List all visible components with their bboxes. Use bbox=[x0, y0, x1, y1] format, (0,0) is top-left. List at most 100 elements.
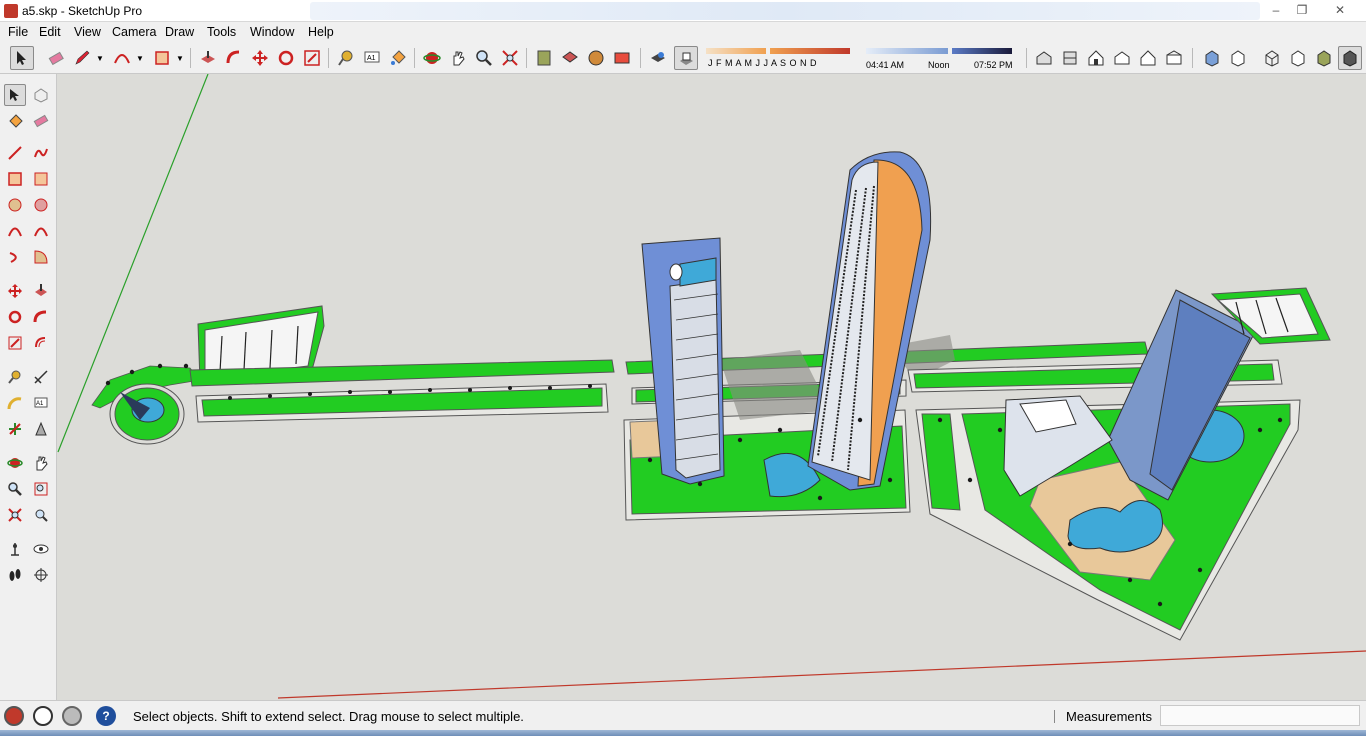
shadow-time-slider-right[interactable] bbox=[952, 48, 1012, 54]
top-view-icon[interactable] bbox=[1058, 46, 1082, 70]
look-around-icon[interactable] bbox=[30, 538, 52, 560]
dropdown-arrow-icon[interactable]: ▼ bbox=[176, 54, 184, 63]
3d-text-icon[interactable] bbox=[30, 418, 52, 440]
menu-draw[interactable]: Draw bbox=[165, 25, 194, 39]
rotate-tool-icon[interactable] bbox=[4, 306, 26, 328]
pan-tool-icon[interactable] bbox=[446, 46, 470, 70]
position-camera-icon[interactable] bbox=[4, 538, 26, 560]
measurements-input[interactable] bbox=[1160, 705, 1360, 726]
pie-tool-icon[interactable] bbox=[30, 246, 52, 268]
protractor-icon[interactable] bbox=[4, 392, 26, 414]
sketchup-logo-icon bbox=[4, 4, 18, 18]
shadow-month-slider-right[interactable] bbox=[770, 48, 850, 54]
push-pull-tool-icon[interactable] bbox=[30, 280, 52, 302]
menu-edit[interactable]: Edit bbox=[39, 25, 61, 39]
get-photo-texture-icon[interactable] bbox=[610, 46, 634, 70]
zoom-extents-tool-icon[interactable] bbox=[498, 46, 522, 70]
menu-window[interactable]: Window bbox=[250, 25, 294, 39]
rotated-rectangle-icon[interactable] bbox=[30, 168, 52, 190]
dimension-tool-icon[interactable] bbox=[30, 366, 52, 388]
measurements-label: Measurements bbox=[1066, 709, 1152, 724]
geolocation-icon[interactable] bbox=[4, 706, 24, 726]
previous-view-icon[interactable] bbox=[30, 504, 52, 526]
back-edges-style-icon[interactable] bbox=[1226, 46, 1250, 70]
select-tool-icon[interactable] bbox=[10, 46, 34, 70]
pencil-tool-icon[interactable] bbox=[70, 46, 94, 70]
orbit-tool-icon[interactable] bbox=[420, 46, 444, 70]
section-plane-icon[interactable] bbox=[30, 564, 52, 586]
layers-tool-icon[interactable] bbox=[646, 46, 670, 70]
follow-me-tool-icon[interactable] bbox=[222, 46, 246, 70]
zoom-tool-icon[interactable] bbox=[472, 46, 496, 70]
circle-tool-icon[interactable] bbox=[4, 194, 26, 216]
front-view-icon[interactable] bbox=[1084, 46, 1108, 70]
credits-icon[interactable] bbox=[33, 706, 53, 726]
minimize-button[interactable]: – bbox=[1264, 1, 1288, 19]
move-tool-icon[interactable] bbox=[4, 280, 26, 302]
three-point-arc-icon[interactable] bbox=[4, 246, 26, 268]
paint-bucket-tool-icon[interactable] bbox=[386, 46, 410, 70]
help-icon[interactable]: ? bbox=[96, 706, 116, 726]
close-button[interactable]: ✕ bbox=[1328, 1, 1352, 19]
move-tool-icon[interactable] bbox=[248, 46, 272, 70]
two-point-arc-icon[interactable] bbox=[30, 220, 52, 242]
eraser-tool-icon[interactable] bbox=[44, 46, 68, 70]
arc-tool-icon[interactable] bbox=[4, 220, 26, 242]
scale-tool-icon[interactable] bbox=[4, 332, 26, 354]
zoom-tool-icon[interactable] bbox=[4, 478, 26, 500]
freehand-tool-icon[interactable] bbox=[30, 142, 52, 164]
left-view-icon[interactable] bbox=[1162, 46, 1186, 70]
shadow-month-slider[interactable] bbox=[706, 48, 766, 54]
pan-tool-icon[interactable] bbox=[30, 452, 52, 474]
push-pull-tool-icon[interactable] bbox=[196, 46, 220, 70]
follow-me-tool-icon[interactable] bbox=[30, 306, 52, 328]
zoom-extents-icon[interactable] bbox=[4, 504, 26, 526]
make-component-icon[interactable] bbox=[30, 84, 52, 106]
dropdown-arrow-icon[interactable]: ▼ bbox=[96, 54, 104, 63]
tape-measure-tool-icon[interactable] bbox=[334, 46, 358, 70]
rectangle-tool-icon[interactable] bbox=[4, 168, 26, 190]
shaded-style-icon[interactable] bbox=[1312, 46, 1336, 70]
hidden-line-style-icon[interactable] bbox=[1286, 46, 1310, 70]
select-tool-icon[interactable] bbox=[4, 84, 26, 106]
shadow-time-slider[interactable] bbox=[866, 48, 948, 54]
arc-tool-icon[interactable] bbox=[110, 46, 134, 70]
dropdown-arrow-icon[interactable]: ▼ bbox=[136, 54, 144, 63]
shadows-toggle-icon[interactable] bbox=[674, 46, 698, 70]
monochrome-style-icon[interactable] bbox=[1338, 46, 1362, 70]
rotate-tool-icon[interactable] bbox=[274, 46, 298, 70]
user-account-icon[interactable] bbox=[62, 706, 82, 726]
menu-tools[interactable]: Tools bbox=[207, 25, 236, 39]
offset-tool-icon[interactable] bbox=[30, 332, 52, 354]
svg-text:A1: A1 bbox=[36, 401, 44, 407]
text-tool-icon[interactable]: A1 bbox=[30, 392, 52, 414]
rectangle-tool-icon[interactable] bbox=[150, 46, 174, 70]
right-view-icon[interactable] bbox=[1110, 46, 1134, 70]
tape-measure-icon[interactable] bbox=[4, 366, 26, 388]
windows-taskbar bbox=[0, 730, 1366, 736]
line-tool-icon[interactable] bbox=[4, 142, 26, 164]
menu-file[interactable]: File bbox=[8, 25, 28, 39]
back-view-icon[interactable] bbox=[1136, 46, 1160, 70]
zoom-window-icon[interactable] bbox=[30, 478, 52, 500]
warehouse-tool-icon[interactable] bbox=[558, 46, 582, 70]
scale-tool-icon[interactable] bbox=[300, 46, 324, 70]
polygon-tool-icon[interactable] bbox=[30, 194, 52, 216]
menu-camera[interactable]: Camera bbox=[112, 25, 156, 39]
restore-button[interactable]: ❐ bbox=[1290, 1, 1314, 19]
xray-style-icon[interactable] bbox=[1200, 46, 1224, 70]
drawing-viewport[interactable] bbox=[57, 74, 1366, 700]
text-tool-icon[interactable]: A1 bbox=[360, 46, 384, 70]
walk-tool-icon[interactable] bbox=[4, 564, 26, 586]
components-tool-icon[interactable] bbox=[532, 46, 556, 70]
eraser-icon[interactable] bbox=[30, 110, 52, 132]
share-model-tool-icon[interactable] bbox=[584, 46, 608, 70]
orbit-tool-icon[interactable] bbox=[4, 452, 26, 474]
main-toolbar: ▼ ▼ ▼ A1 J F M A M J J A S O N D 04:41 A… bbox=[0, 42, 1366, 74]
menu-help[interactable]: Help bbox=[308, 25, 334, 39]
iso-view-icon[interactable] bbox=[1032, 46, 1056, 70]
menu-view[interactable]: View bbox=[74, 25, 101, 39]
wireframe-style-icon[interactable] bbox=[1260, 46, 1284, 70]
axes-tool-icon[interactable] bbox=[4, 418, 26, 440]
paint-bucket-icon[interactable] bbox=[4, 110, 26, 132]
